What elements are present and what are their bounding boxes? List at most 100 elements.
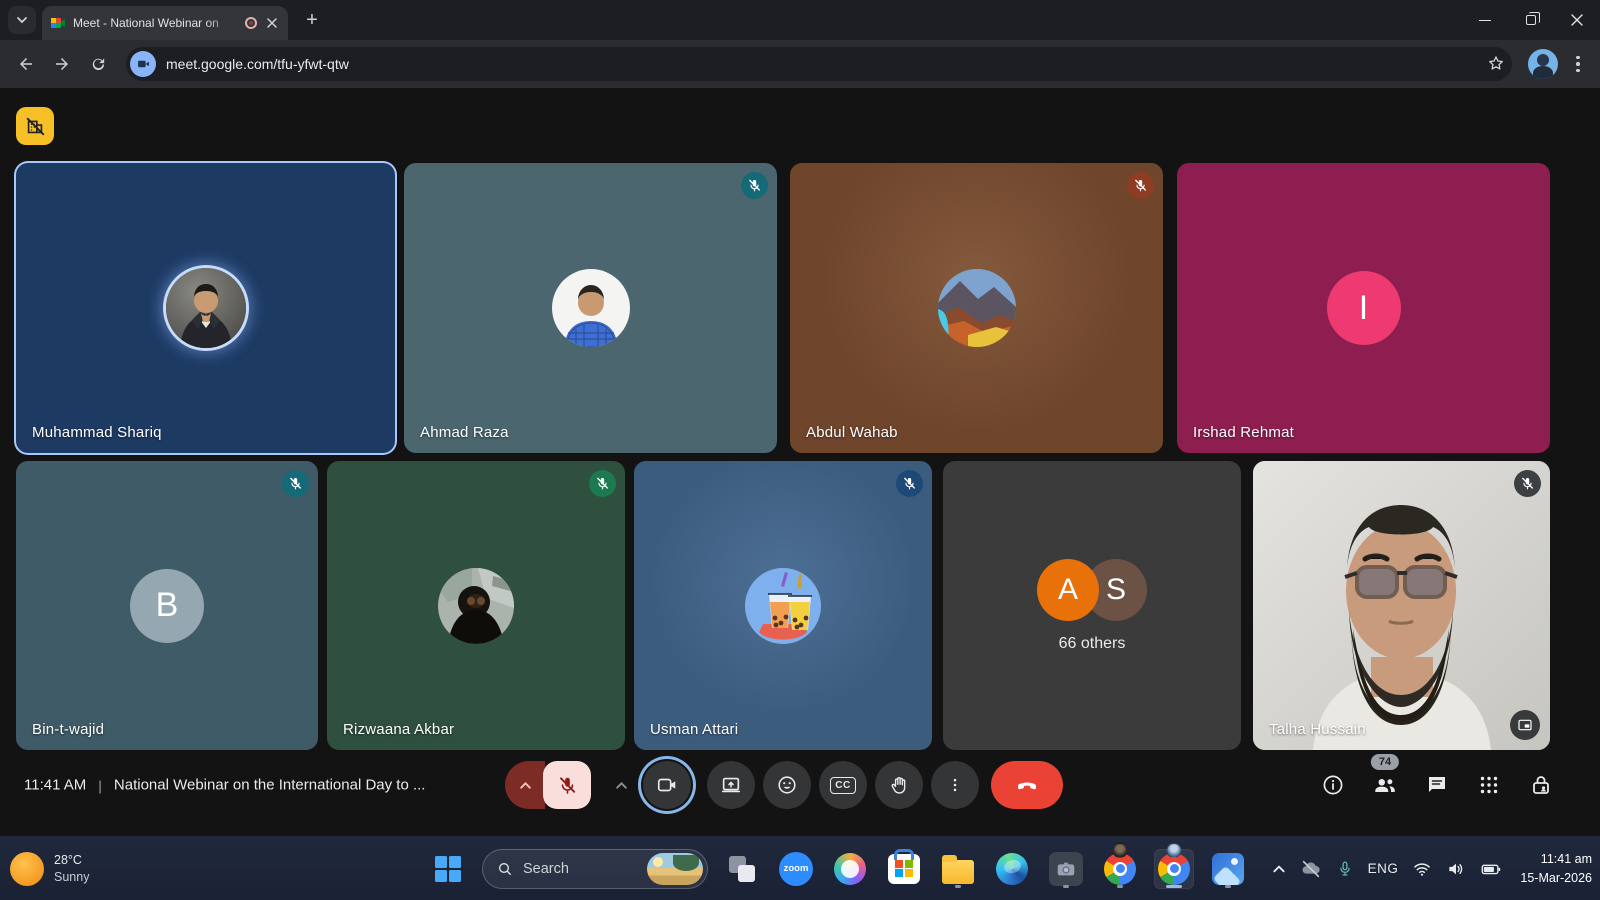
taskbar-clock[interactable]: 11:41 am 15-Mar-2026 — [1520, 850, 1592, 886]
tray-date: 15-Mar-2026 — [1520, 869, 1592, 887]
tray-time: 11:41 am — [1520, 850, 1592, 868]
sunny-weather-icon — [10, 852, 44, 886]
camera-in-use-icon[interactable] — [130, 51, 156, 77]
participant-avatar: I — [1327, 271, 1401, 345]
self-video-tile[interactable]: Talha Hussain — [1253, 461, 1550, 750]
self-video-feed — [1253, 461, 1550, 750]
mic-control-group — [505, 761, 591, 809]
windows-logo-icon — [435, 856, 461, 882]
reactions-button[interactable] — [763, 761, 811, 809]
language-indicator[interactable]: ENG — [1368, 861, 1399, 876]
participant-avatar — [552, 269, 630, 347]
browser-tab[interactable]: Meet - National Webinar on — [42, 6, 288, 40]
leave-call-button[interactable] — [991, 761, 1063, 809]
profile-badge — [1167, 843, 1182, 858]
divider: | — [98, 777, 102, 793]
captions-label: CC — [830, 777, 855, 794]
microsoft-store-button[interactable] — [884, 849, 924, 889]
back-button[interactable] — [10, 48, 42, 80]
mic-off-indicator-icon — [282, 470, 309, 497]
participant-tile[interactable]: Muhammad Shariq — [16, 163, 395, 453]
meeting-clock: 11:41 AM — [24, 777, 86, 794]
tab-title: Meet - National Webinar on — [73, 16, 238, 30]
camera-app-button[interactable] — [1046, 849, 1086, 889]
microphone-in-use-icon[interactable] — [1336, 860, 1354, 878]
copilot-button[interactable] — [830, 849, 870, 889]
mic-off-indicator-icon — [896, 470, 923, 497]
profile-badge — [1113, 843, 1128, 858]
captions-button[interactable]: CC — [819, 761, 867, 809]
meeting-details-button[interactable] — [1320, 772, 1346, 798]
mic-off-indicator-icon — [1514, 470, 1541, 497]
camera-app-icon — [1049, 852, 1083, 886]
present-screen-button[interactable] — [707, 761, 755, 809]
onedrive-paused-icon[interactable] — [1300, 858, 1322, 880]
task-view-button[interactable] — [722, 849, 762, 889]
mic-muted-button[interactable] — [543, 761, 591, 809]
camera-options-chevron[interactable] — [609, 779, 633, 792]
participant-tile[interactable]: Abdul Wahab — [790, 163, 1163, 453]
participant-avatar — [745, 568, 821, 644]
camera-on-button[interactable] — [643, 761, 691, 809]
task-view-icon — [729, 856, 755, 882]
participant-tile[interactable]: I Irshad Rehmat — [1177, 163, 1550, 453]
external-participants-badge[interactable] — [16, 107, 54, 145]
chrome-profile2-button-active[interactable] — [1154, 849, 1194, 889]
bookmark-star-icon[interactable] — [1486, 54, 1506, 74]
search-highlight-image[interactable] — [647, 853, 703, 885]
window-close-button[interactable] — [1554, 0, 1600, 40]
chrome-profile1-button[interactable] — [1100, 849, 1140, 889]
browser-menu-icon[interactable] — [1566, 56, 1590, 73]
raise-hand-button[interactable] — [875, 761, 923, 809]
chat-button[interactable] — [1424, 772, 1450, 798]
tab-close-icon[interactable] — [264, 15, 280, 31]
others-count-label: 66 others — [1059, 635, 1126, 653]
window-minimize-button[interactable] — [1462, 0, 1508, 40]
edge-button[interactable] — [992, 849, 1032, 889]
others-tile[interactable]: A S 66 others — [943, 461, 1241, 750]
forward-button[interactable] — [46, 48, 78, 80]
host-controls-button[interactable] — [1528, 772, 1554, 798]
mic-off-indicator-icon — [1127, 172, 1154, 199]
participant-name: Bin-t-wajid — [32, 721, 104, 738]
participants-button[interactable]: 74 — [1372, 772, 1398, 798]
copilot-icon — [834, 853, 866, 885]
edge-icon — [996, 853, 1028, 885]
window-restore-button[interactable] — [1508, 0, 1554, 40]
file-explorer-button[interactable] — [938, 849, 978, 889]
mic-options-chevron[interactable] — [505, 761, 545, 809]
reload-button[interactable] — [82, 48, 114, 80]
participant-name: Muhammad Shariq — [32, 424, 162, 441]
volume-icon[interactable] — [1446, 859, 1466, 879]
photos-app-button[interactable] — [1208, 849, 1248, 889]
taskbar-weather-widget[interactable]: 28°C Sunny — [10, 852, 89, 886]
battery-icon[interactable] — [1480, 858, 1502, 880]
others-avatar: A — [1037, 559, 1099, 621]
tray-overflow-chevron[interactable] — [1272, 862, 1286, 876]
activities-button[interactable] — [1476, 772, 1502, 798]
more-options-button[interactable] — [931, 761, 979, 809]
meet-page: Muhammad Shariq Ahmad Raza — [0, 88, 1600, 836]
taskbar-search-box[interactable]: Search — [482, 849, 708, 889]
participant-avatar: B — [130, 569, 204, 643]
new-tab-button[interactable]: + — [298, 6, 326, 34]
participant-tile[interactable]: B Bin-t-wajid — [16, 461, 318, 750]
meet-favicon-icon — [50, 15, 66, 31]
zoom-icon: zoom — [779, 852, 813, 886]
participant-tile[interactable]: Ahmad Raza — [404, 163, 777, 453]
participant-tile[interactable]: Rizwaana Akbar — [327, 461, 625, 750]
browser-profile-avatar[interactable] — [1528, 49, 1558, 79]
wifi-icon[interactable] — [1412, 859, 1432, 879]
url-text[interactable]: meet.google.com/tfu-yfwt-qtw — [166, 56, 1476, 72]
start-button[interactable] — [428, 849, 468, 889]
tab-search-chevron-icon[interactable] — [8, 6, 36, 34]
address-bar[interactable]: meet.google.com/tfu-yfwt-qtw — [126, 47, 1512, 81]
picture-in-picture-icon[interactable] — [1510, 710, 1540, 740]
participant-avatar — [938, 269, 1016, 347]
participant-name: Irshad Rehmat — [1193, 424, 1294, 441]
participant-tile[interactable]: Usman Attari — [634, 461, 932, 750]
weather-temperature: 28°C — [54, 852, 89, 869]
zoom-app-button[interactable]: zoom — [776, 849, 816, 889]
participant-avatar — [438, 568, 514, 644]
recording-indicator-icon — [245, 17, 257, 29]
